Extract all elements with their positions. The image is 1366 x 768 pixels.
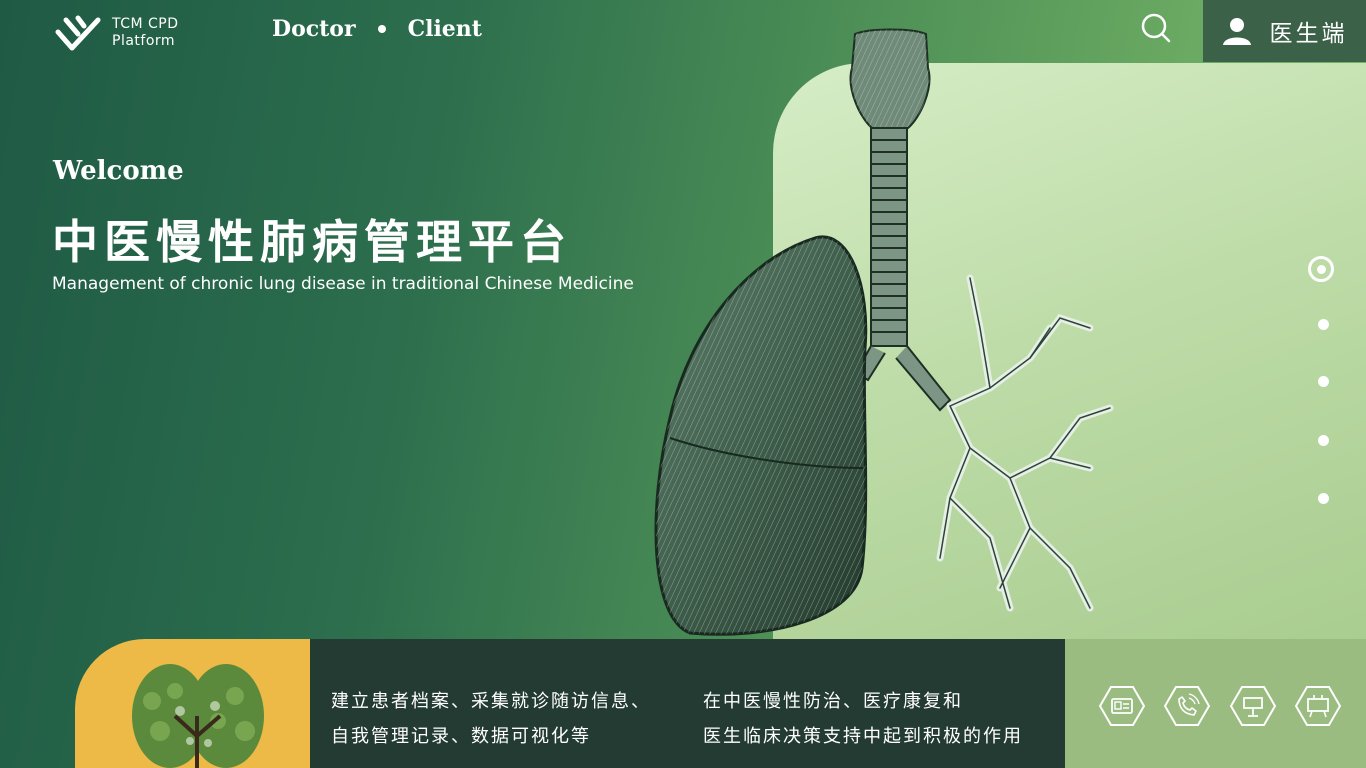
signboard-icon[interactable]	[1230, 685, 1276, 727]
feature-column-2: 在中医慢性防治、医疗康复和 医生临床决策支持中起到积极的作用	[703, 684, 1023, 754]
page-subtitle: Management of chronic lung disease in tr…	[52, 274, 634, 294]
feature-1-line-1: 建立患者档案、采集就诊随访信息、	[331, 691, 651, 712]
welcome-heading: Welcome	[53, 156, 184, 186]
feature-2-line-1: 在中医慢性防治、医疗康复和	[703, 691, 963, 712]
feature-image-card	[75, 639, 311, 768]
lung-tree-image	[132, 664, 264, 768]
pager-dot[interactable]	[1318, 435, 1329, 446]
brand-line-1: TCM CPD	[112, 16, 179, 32]
pager-dot-active[interactable]	[1308, 256, 1334, 282]
id-card-icon[interactable]	[1099, 685, 1145, 727]
quick-action-panel	[1065, 639, 1366, 768]
brand-line-2: Platform	[112, 33, 176, 49]
doctor-portal-label: 医生端	[1269, 21, 1348, 47]
lung-illustration	[654, 28, 1114, 636]
nav-client-link[interactable]: Client	[408, 16, 482, 42]
nav-separator-dot	[377, 25, 386, 33]
pager-dot[interactable]	[1318, 493, 1329, 504]
feature-1-line-2: 自我管理记录、数据可视化等	[331, 726, 591, 747]
doctor-portal-button[interactable]: 医生端	[1203, 0, 1366, 62]
feature-column-1: 建立患者档案、采集就诊随访信息、 自我管理记录、数据可视化等	[331, 684, 651, 754]
nav-doctor-link[interactable]: Doctor	[272, 16, 356, 42]
search-icon[interactable]	[1140, 12, 1172, 44]
brand-logo[interactable]: TCM CPD Platform	[52, 12, 179, 54]
user-icon	[1222, 18, 1251, 45]
logo-icon	[55, 15, 101, 51]
monitor-icon[interactable]	[1295, 685, 1341, 727]
pager-dot[interactable]	[1318, 319, 1329, 330]
phone-call-icon[interactable]	[1164, 685, 1210, 727]
page-title: 中医慢性肺病管理平台	[52, 215, 572, 269]
top-nav: Doctor Client	[272, 16, 482, 42]
feature-description-panel: 建立患者档案、采集就诊随访信息、 自我管理记录、数据可视化等 在中医慢性防治、医…	[310, 639, 1066, 768]
pager-dot[interactable]	[1318, 376, 1329, 387]
feature-2-line-2: 医生临床决策支持中起到积极的作用	[703, 726, 1023, 747]
